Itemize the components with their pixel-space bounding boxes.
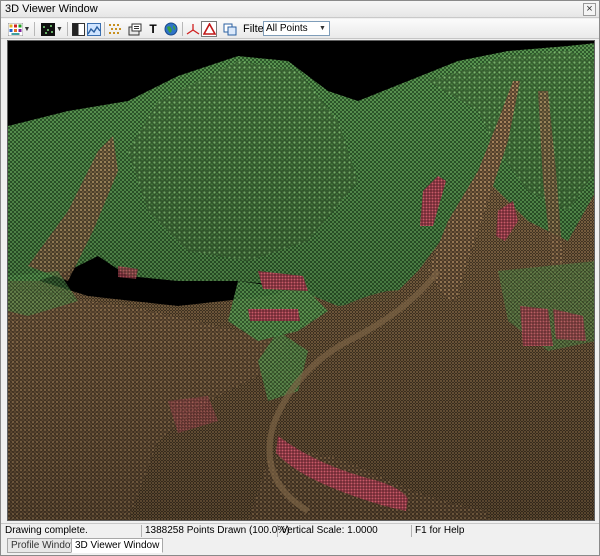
point-cloud-viewport[interactable] [7,40,595,521]
point-display-dropdown[interactable]: ▼ [38,21,66,37]
triangle-icon [202,23,216,35]
classify-icon [109,23,121,34]
color-mode-dropdown[interactable]: ▼ [5,21,33,37]
point-display-icon [41,22,56,36]
points-drawn: 1388258 Points Drawn (100.0%) [145,525,290,536]
help-hint: F1 for Help [415,525,465,536]
toolbar: ▼ ▼ T Filter: All Points ▼ [1,19,599,39]
globe-icon [164,22,177,36]
export-button[interactable] [127,21,142,37]
viewer-window: 3D Viewer Window × ▼ ▼ T Filter: All Poi… [0,0,600,556]
filter-value: All Points [266,23,308,34]
tab-bar: Profile Window 3D Viewer Window [1,537,599,555]
point-cloud-render [8,41,594,520]
axes-icon [186,23,199,35]
text-icon[interactable]: T [147,21,159,37]
export-icon [128,23,141,35]
filter-select[interactable]: All Points ▼ [263,21,330,36]
status-message: Drawing complete. [5,525,88,536]
terrain-view-button[interactable] [86,21,101,37]
window-title: 3D Viewer Window [5,3,98,15]
title-bar[interactable]: 3D Viewer Window × [1,1,599,18]
chevron-down-icon: ▼ [319,25,326,32]
terrain-view-icon [86,22,101,36]
copy-button[interactable] [222,21,237,37]
tab-3d-viewer-window[interactable]: 3D Viewer Window [71,538,164,553]
triangle-button[interactable] [201,21,217,37]
status-bar: Drawing complete. 1388258 Points Drawn (… [1,523,599,537]
split-view-icon [71,22,85,36]
globe-button[interactable] [163,21,178,37]
close-button[interactable]: × [583,3,596,16]
classify-button[interactable] [107,21,123,37]
copy-icon [223,23,236,35]
color-mode-icon [7,22,23,36]
axes-button[interactable] [185,21,200,37]
split-view-button[interactable] [71,21,85,37]
vertical-scale: Vertical Scale: 1.0000 [281,525,378,536]
